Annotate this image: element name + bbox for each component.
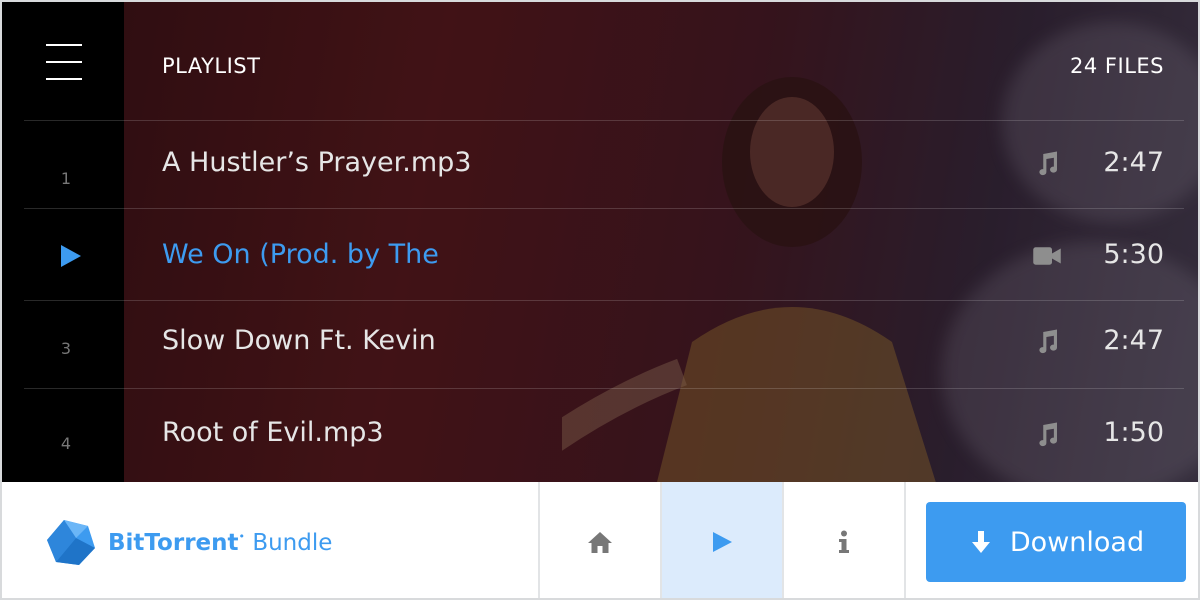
track-title: Slow Down Ft. Kevin <box>162 325 436 356</box>
track-duration: 5:30 <box>1103 239 1164 270</box>
track-title: We On (Prod. by The <box>162 239 439 270</box>
playlist-row[interactable]: 1 A Hustler’s Prayer.mp3 2:47 <box>2 121 1198 208</box>
home-icon <box>588 532 612 553</box>
playlist-row[interactable]: 4 Root of Evil.mp3 1:50 <box>2 389 1198 482</box>
track-title: A Hustler’s Prayer.mp3 <box>162 147 472 178</box>
arrow-down-icon <box>968 529 994 555</box>
music-note-icon <box>1039 151 1057 176</box>
now-playing-icon <box>61 245 81 267</box>
brand-name: BitTorrent• Bundle <box>108 530 333 556</box>
menu-bar <box>46 61 82 63</box>
music-note-icon <box>1039 422 1057 447</box>
playlist-title: PLAYLIST <box>162 54 261 78</box>
track-duration: 1:50 <box>1103 417 1164 448</box>
menu-bar <box>46 44 82 46</box>
info-button[interactable] <box>782 482 904 598</box>
info-icon <box>839 530 849 553</box>
player-area: PLAYLIST 24 FILES 1 A Hustler’s Prayer.m… <box>2 2 1198 482</box>
download-button[interactable]: Download <box>926 502 1186 582</box>
track-duration: 2:47 <box>1103 147 1164 178</box>
playlist-row-active[interactable]: We On (Prod. by The 5:30 <box>2 209 1198 300</box>
music-note-icon <box>1039 329 1057 354</box>
track-number: 1 <box>60 169 72 188</box>
brand-name-regular: Bundle <box>252 530 333 556</box>
track-number: 3 <box>60 339 72 358</box>
play-button[interactable] <box>660 482 782 598</box>
track-duration: 2:47 <box>1103 325 1164 356</box>
download-label: Download <box>1009 526 1145 558</box>
home-button[interactable] <box>538 482 660 598</box>
play-icon <box>713 532 732 552</box>
brand: BitTorrent• Bundle <box>46 518 332 568</box>
playlist-row[interactable]: 3 Slow Down Ft. Kevin 2:47 <box>2 301 1198 388</box>
menu-bar <box>46 78 82 80</box>
file-count: 24 FILES <box>1070 54 1164 78</box>
bottom-toolbar: BitTorrent• Bundle Download <box>2 482 1198 598</box>
bittorrent-logo-icon <box>47 520 95 565</box>
brand-name-bold: BitTorrent <box>108 530 239 556</box>
menu-button[interactable] <box>2 2 124 120</box>
player-frame: PLAYLIST 24 FILES 1 A Hustler’s Prayer.m… <box>0 0 1200 600</box>
track-number: 4 <box>60 434 72 453</box>
track-title: Root of Evil.mp3 <box>162 417 384 448</box>
video-camera-icon <box>1033 247 1061 265</box>
